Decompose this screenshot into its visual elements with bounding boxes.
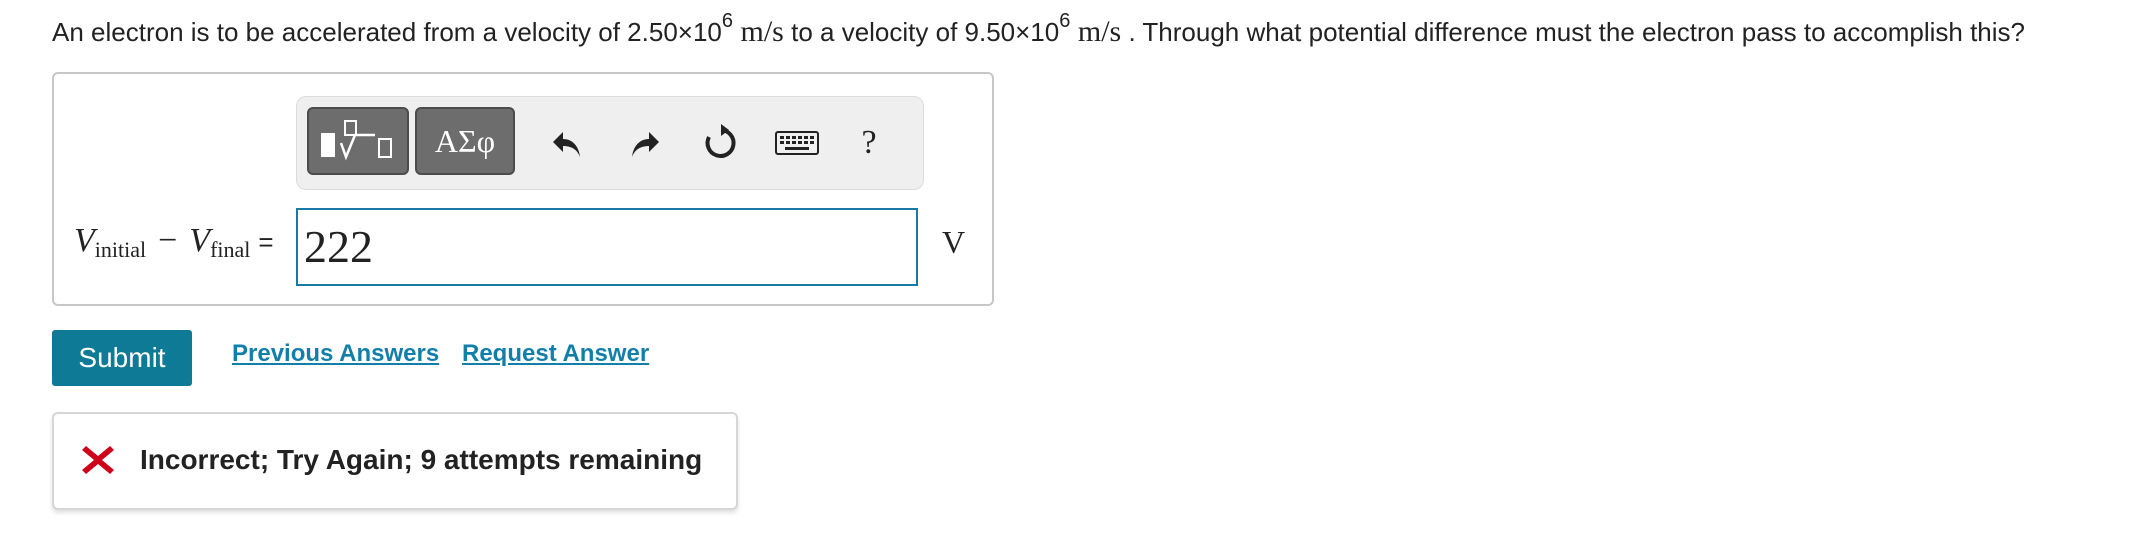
subscript-initial: initial: [94, 237, 147, 262]
question-part-1: An electron is to be accelerated from a …: [52, 17, 722, 47]
help-label: ?: [861, 124, 877, 161]
question-text: An electron is to be accelerated from a …: [52, 10, 2112, 52]
answer-unit: V: [942, 224, 966, 260]
templates-button[interactable]: [307, 107, 409, 175]
question-part-2: to a velocity of 9.50×10: [783, 17, 1060, 47]
submit-button[interactable]: Submit: [52, 330, 192, 386]
variable-v-final: V: [189, 222, 211, 259]
equals-sign: =: [258, 227, 274, 257]
minus-sign: −: [158, 222, 178, 259]
undo-icon[interactable]: [547, 123, 587, 163]
subscript-final: final: [210, 237, 251, 262]
question-part-3: . Through what potential difference must…: [1121, 17, 2025, 47]
exponent-1: 6: [721, 10, 734, 33]
symbols-button[interactable]: ΑΣφ: [415, 107, 515, 175]
reset-icon[interactable]: [701, 123, 741, 163]
templates-icon: [321, 120, 392, 161]
math-toolbar: ΑΣφ ?: [296, 96, 924, 190]
answer-panel: ΑΣφ ? V initial − V final = 222 V: [52, 72, 994, 306]
answer-input[interactable]: 222: [296, 208, 918, 286]
feedback-message: Incorrect; Try Again; 9 attempts remaini…: [140, 444, 703, 475]
symbols-label: ΑΣφ: [434, 122, 496, 159]
help-button[interactable]: ?: [849, 123, 889, 163]
variable-v-initial: V: [74, 222, 95, 259]
unit-2: m/s: [1070, 15, 1122, 48]
expression-label: Vinitial − Vfinal =: [74, 222, 274, 272]
previous-answers-link[interactable]: Previous Answers: [232, 340, 439, 368]
incorrect-x-icon: [82, 446, 114, 474]
unit-1: m/s: [733, 15, 784, 48]
feedback-panel: Incorrect; Try Again; 9 attempts remaini…: [52, 412, 738, 510]
exponent-2: 6: [1059, 10, 1071, 33]
answer-value: 222: [304, 221, 373, 272]
redo-icon[interactable]: [625, 123, 665, 163]
keyboard-icon[interactable]: [775, 123, 819, 163]
request-answer-link[interactable]: Request Answer: [462, 340, 649, 368]
